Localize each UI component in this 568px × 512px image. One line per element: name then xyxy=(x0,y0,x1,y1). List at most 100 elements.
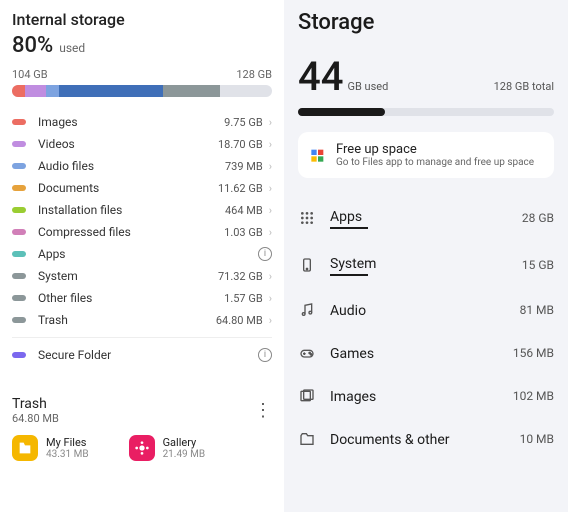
chevron-right-icon: › xyxy=(269,204,272,217)
app-shortcut[interactable]: My Files43.31 MB xyxy=(12,435,89,461)
category-row[interactable]: Other files1.57 GB › xyxy=(12,287,272,309)
category-dot xyxy=(12,207,26,213)
row-size: 28 GB xyxy=(522,211,554,225)
category-size: 71.32 GB xyxy=(218,270,263,283)
row-size: 15 GB xyxy=(522,258,554,272)
storage-category-row[interactable]: Images 102 MB xyxy=(298,374,554,417)
row-size: 102 MB xyxy=(513,389,554,403)
used-label: used xyxy=(59,41,85,55)
used-amount: 104 GB xyxy=(12,68,48,81)
app-icon xyxy=(12,435,38,461)
chevron-right-icon: › xyxy=(269,138,272,151)
usage-underline xyxy=(330,227,368,229)
app-name: My Files xyxy=(46,436,89,449)
app-shortcut[interactable]: Gallery21.49 MB xyxy=(129,435,206,461)
category-row[interactable]: Documents11.62 GB› xyxy=(12,177,272,199)
category-label: Installation files xyxy=(38,203,225,217)
row-size: 156 MB xyxy=(513,346,554,360)
storage-category-row[interactable]: Games 156 MB xyxy=(298,331,554,374)
storage-category-row[interactable]: Audio81 MB xyxy=(298,288,554,331)
row-size: 10 MB xyxy=(520,432,554,446)
more-menu-button[interactable]: ⋮ xyxy=(254,400,272,421)
storage-bar xyxy=(12,85,272,97)
chevron-right-icon: › xyxy=(269,182,272,195)
chevron-right-icon: › xyxy=(269,292,272,305)
category-row[interactable]: Appsi xyxy=(12,243,272,265)
usage-underline xyxy=(330,274,368,276)
category-dot xyxy=(12,185,26,191)
chevron-right-icon: › xyxy=(269,314,272,327)
card-title: Free up space xyxy=(336,142,534,157)
app-name: Gallery xyxy=(163,436,206,449)
divider xyxy=(12,337,272,338)
chevron-right-icon: › xyxy=(269,270,272,283)
app-icon xyxy=(129,435,155,461)
games-icon xyxy=(298,344,316,362)
storage-category-row[interactable]: System15 GB xyxy=(298,241,554,288)
card-subtitle: Go to Files app to manage and free up sp… xyxy=(336,157,534,168)
category-dot xyxy=(12,273,26,279)
chevron-right-icon: › xyxy=(269,116,272,129)
category-row[interactable]: Videos18.70 GB › xyxy=(12,133,272,155)
used-percent: 80% xyxy=(12,33,53,58)
docs-icon xyxy=(298,430,316,448)
used-gb-number: 44 xyxy=(298,53,343,100)
total-amount: 128 GB xyxy=(236,68,272,81)
info-icon[interactable]: i xyxy=(258,348,272,362)
category-size: 464 MB xyxy=(225,204,263,217)
category-label: Audio files xyxy=(38,159,225,173)
row-label: Audio xyxy=(330,303,366,319)
trash-size: 64.80 MB xyxy=(12,412,59,425)
storage-category-row[interactable]: Documents & other10 MB xyxy=(298,417,554,460)
images-icon xyxy=(298,387,316,405)
category-dot xyxy=(12,119,26,125)
category-size: 9.75 GB xyxy=(224,116,263,129)
category-size: 1.57 GB xyxy=(224,292,263,305)
category-row[interactable]: Images9.75 GB › xyxy=(12,111,272,133)
category-dot xyxy=(12,251,26,257)
trash-title: Trash xyxy=(12,396,59,412)
category-row[interactable]: Compressed files1.03 GB › xyxy=(12,221,272,243)
secure-folder-row[interactable]: Secure Folder i xyxy=(12,344,272,366)
chevron-right-icon: › xyxy=(269,226,272,239)
category-dot xyxy=(12,141,26,147)
storage-bar xyxy=(298,108,554,116)
category-label: Other files xyxy=(38,291,224,305)
category-row[interactable]: Installation files464 MB › xyxy=(12,199,272,221)
info-icon[interactable]: i xyxy=(258,247,272,261)
category-dot xyxy=(12,295,26,301)
category-size: 1.03 GB xyxy=(224,226,263,239)
free-up-space-card[interactable]: Free up space Go to Files app to manage … xyxy=(298,132,554,178)
category-size: 739 MB xyxy=(225,160,263,173)
internal-storage-panel: Internal storage 80% used 104 GB 128 GB … xyxy=(0,0,284,512)
category-label: Images xyxy=(38,115,224,129)
category-size: 18.70 GB xyxy=(218,138,263,151)
category-label: Trash xyxy=(38,313,216,327)
row-label: Games xyxy=(330,346,374,362)
files-app-icon xyxy=(310,147,326,163)
category-size: 11.62 GB xyxy=(218,182,263,195)
app-size: 21.49 MB xyxy=(163,449,206,460)
category-label: Secure Folder xyxy=(38,348,258,362)
category-label: Compressed files xyxy=(38,225,224,239)
category-row[interactable]: Audio files739 MB › xyxy=(12,155,272,177)
total-label: 128 GB total xyxy=(494,80,554,93)
grid-icon xyxy=(298,209,316,227)
category-row[interactable]: Trash64.80 MB› xyxy=(12,309,272,331)
panel-title: Storage xyxy=(298,10,554,35)
category-dot xyxy=(12,317,26,323)
row-label: Images xyxy=(330,389,376,405)
storage-panel: Storage 44 GB used 128 GB total Free up s… xyxy=(284,0,568,512)
panel-title: Internal storage xyxy=(12,10,272,29)
category-row[interactable]: System71.32 GB › xyxy=(12,265,272,287)
category-dot xyxy=(12,229,26,235)
category-label: System xyxy=(38,269,218,283)
app-size: 43.31 MB xyxy=(46,449,89,460)
storage-category-row[interactable]: Apps 28 GB xyxy=(298,194,554,241)
chevron-right-icon: › xyxy=(269,160,272,173)
row-label: Apps xyxy=(330,209,362,225)
storage-bar-fill xyxy=(298,108,385,116)
gb-used-label: GB used xyxy=(347,80,388,93)
category-label: Videos xyxy=(38,137,218,151)
system-icon xyxy=(298,256,316,274)
